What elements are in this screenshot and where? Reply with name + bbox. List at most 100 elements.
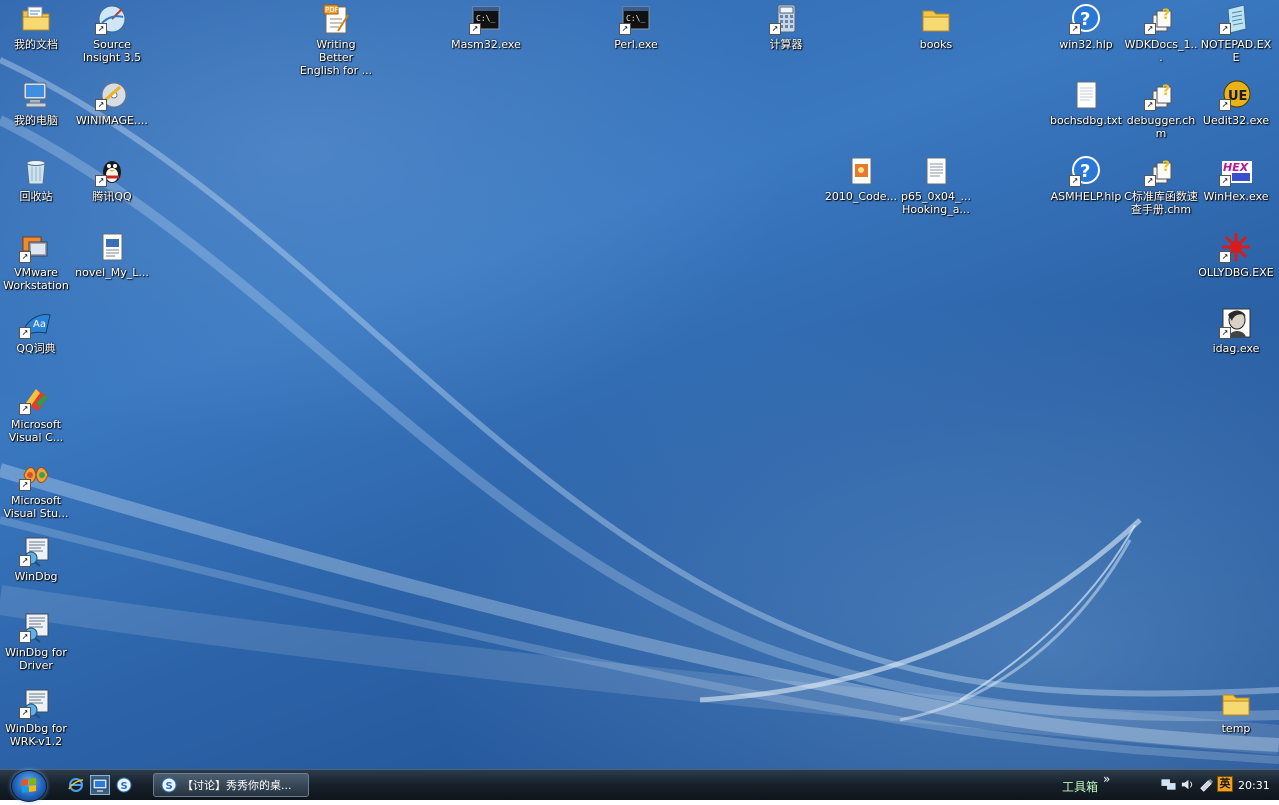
- tray-network[interactable]: [1160, 776, 1176, 792]
- desktop-icon-source-insight[interactable]: ↗ Source Insight 3.5: [74, 3, 150, 64]
- text-file-icon: [926, 157, 947, 185]
- shortcut-arrow-icon: ↗: [95, 99, 107, 111]
- desktop-icon-notepad[interactable]: ↗ NOTEPAD.EXE: [1198, 3, 1274, 64]
- desktop-icon-c-lib-manual[interactable]: ? ↗ C标准库函数速查手册.chm: [1123, 155, 1199, 216]
- desktop-icon-masm32[interactable]: C:\_ ↗ Masm32.exe: [448, 3, 524, 51]
- shortcut-arrow-icon: ↗: [95, 175, 107, 187]
- shortcut-arrow-icon: ↗: [1219, 23, 1231, 35]
- shortcut-arrow-icon: ↗: [1219, 99, 1231, 111]
- desktop-icon-qq-dict[interactable]: Aa ↗ QQ词典: [0, 307, 74, 355]
- shortcut-arrow-icon: ↗: [19, 251, 31, 263]
- svg-text:?: ?: [1080, 9, 1090, 30]
- desktop[interactable]: 我的文档 我的电脑 回收站 ↗ VMware Workstation Aa ↗ Q…: [0, 0, 1279, 769]
- taskbar-window-title: 【讨论】秀秀你的桌...: [182, 779, 292, 792]
- desktop-icon-temp[interactable]: temp: [1198, 687, 1274, 735]
- desktop-icon-idag[interactable]: ↗ idag.exe: [1198, 307, 1274, 355]
- internet-explorer-icon: [68, 778, 84, 792]
- desktop-icon-recycle-bin[interactable]: 回收站: [0, 155, 74, 203]
- desktop-icon-ollydbg[interactable]: ↗ OLLYDBG.EXE: [1198, 231, 1274, 279]
- toolbox-toolbar-label[interactable]: 工具箱: [1062, 778, 1098, 795]
- desktop-icon-my-computer[interactable]: 我的电脑: [0, 79, 74, 127]
- desktop-icon-debugger-chm[interactable]: ? ↗ debugger.chm: [1123, 79, 1199, 140]
- svg-text:S: S: [121, 781, 128, 792]
- desktop-icon-tencent-qq[interactable]: ↗ 腾讯QQ: [74, 155, 150, 203]
- system-tray: 英: [1160, 776, 1233, 792]
- sogou-browser-icon: S: [161, 777, 177, 793]
- desktop-icon-calculator[interactable]: ↗ 计算器: [748, 3, 824, 51]
- desktop-icon-bochsdbg[interactable]: bochsdbg.txt: [1048, 79, 1124, 127]
- taskbar-window-button[interactable]: S 【讨论】秀秀你的桌...: [153, 773, 309, 797]
- shortcut-arrow-icon: ↗: [19, 555, 31, 567]
- svg-text:?: ?: [1162, 159, 1170, 175]
- show-desktop-icon: [92, 778, 108, 792]
- desktop-icon-asmhelp[interactable]: ? ↗ ASMHELP.hlp: [1048, 155, 1124, 203]
- icon-label: VMware Workstation: [3, 266, 69, 292]
- desktop-icon-vmware[interactable]: ↗ VMware Workstation: [0, 231, 74, 292]
- desktop-icon-win32hlp[interactable]: ? ↗ win32.hlp: [1048, 3, 1124, 51]
- icon-label: 2010_Code...: [824, 190, 898, 203]
- svg-text:C:\_: C:\_: [626, 14, 645, 23]
- volume-icon: [1181, 779, 1192, 789]
- quick-launch-ie[interactable]: [66, 775, 86, 795]
- ime-label: 英: [1219, 777, 1231, 790]
- desktop-icon-p65-hooking[interactable]: p65_0x04_... Hooking_a...: [898, 155, 974, 216]
- tray-ime-indicator[interactable]: 英: [1217, 776, 1233, 792]
- icon-label: Uedit32.exe: [1202, 114, 1270, 127]
- desktop-icon-windbg-driver[interactable]: ↗ WinDbg for Driver: [0, 611, 74, 672]
- network-icon: [1160, 778, 1176, 790]
- desktop-icon-windbg[interactable]: ↗ WinDbg: [0, 535, 74, 583]
- svg-text:PDF: PDF: [325, 6, 339, 14]
- shortcut-arrow-icon: ↗: [469, 23, 481, 35]
- desktop-icon-winimage[interactable]: ↗ WINIMAGE....: [74, 79, 150, 127]
- desktop-icon-windbg-wrk[interactable]: ↗ WinDbg for WRK-v1.2: [0, 687, 74, 748]
- desktop-icon-novel[interactable]: novel_My_L...: [74, 231, 150, 279]
- icon-label: OLLYDBG.EXE: [1198, 266, 1274, 279]
- clock[interactable]: 20:31: [1238, 779, 1270, 792]
- icon-label: 回收站: [19, 190, 53, 203]
- shortcut-arrow-icon: ↗: [95, 23, 107, 35]
- desktop-icon-books[interactable]: books: [898, 3, 974, 51]
- computer-icon: [23, 82, 47, 108]
- desktop-icon-perl[interactable]: C:\_ ↗ Perl.exe: [598, 3, 674, 51]
- desktop-icon-wdkdocs[interactable]: ? ↗ WDKDocs_1...: [1123, 3, 1199, 64]
- tray-safely-remove[interactable]: [1198, 776, 1214, 792]
- icon-label: debugger.chm: [1126, 114, 1196, 140]
- sogou-browser-icon: S: [116, 777, 132, 793]
- toolbar-chevron-icon[interactable]: »: [1103, 772, 1110, 786]
- svg-text:C:\_: C:\_: [476, 14, 495, 23]
- desktop-icon-ms-visual-studio[interactable]: ↗ Microsoft Visual Stu...: [0, 459, 74, 520]
- icon-label: C标准库函数速查手册.chm: [1124, 190, 1198, 216]
- svg-text:?: ?: [1162, 83, 1170, 99]
- icon-label: WinHex.exe: [1203, 190, 1269, 203]
- start-button[interactable]: [11, 770, 47, 802]
- desktop-icon-writing-better[interactable]: PDF Writing Better English for ...: [298, 3, 374, 77]
- icon-label: win32.hlp: [1059, 38, 1113, 51]
- usb-device-icon: [1199, 778, 1213, 792]
- pdf-document-icon: PDF: [323, 4, 349, 34]
- svg-text:?: ?: [1162, 7, 1170, 23]
- desktop-icon-winhex[interactable]: HEX ↗ WinHex.exe: [1198, 155, 1274, 203]
- icon-label: WinDbg: [14, 570, 58, 583]
- shortcut-arrow-icon: ↗: [769, 23, 781, 35]
- folder-icon: [1222, 694, 1250, 716]
- quick-launch-bar: S: [66, 775, 134, 795]
- text-file-icon: [1076, 81, 1097, 109]
- desktop-icon-2010-code[interactable]: 2010_Code...: [823, 155, 899, 203]
- shortcut-arrow-icon: ↗: [1219, 175, 1231, 187]
- icon-label: temp: [1221, 722, 1251, 735]
- desktop-icon-uedit32[interactable]: UE ↗ Uedit32.exe: [1198, 79, 1274, 127]
- desktop-icon-my-documents[interactable]: 我的文档: [0, 3, 74, 51]
- quick-launch-sogou[interactable]: S: [114, 775, 134, 795]
- svg-text:Aa: Aa: [33, 319, 46, 330]
- shortcut-arrow-icon: ↗: [1144, 23, 1156, 35]
- tray-volume[interactable]: [1179, 776, 1195, 792]
- shortcut-arrow-icon: ↗: [1144, 99, 1156, 111]
- windows-logo-icon: [22, 778, 36, 793]
- shortcut-arrow-icon: ↗: [19, 631, 31, 643]
- desktop-icon-ms-visual-c[interactable]: ↗ Microsoft Visual C...: [0, 383, 74, 444]
- icon-label: Perl.exe: [614, 38, 658, 51]
- icon-label: WINIMAGE....: [76, 114, 148, 127]
- quick-launch-show-desktop[interactable]: [90, 775, 110, 795]
- icon-label: 我的电脑: [14, 114, 58, 127]
- icon-label: novel_My_L...: [75, 266, 149, 279]
